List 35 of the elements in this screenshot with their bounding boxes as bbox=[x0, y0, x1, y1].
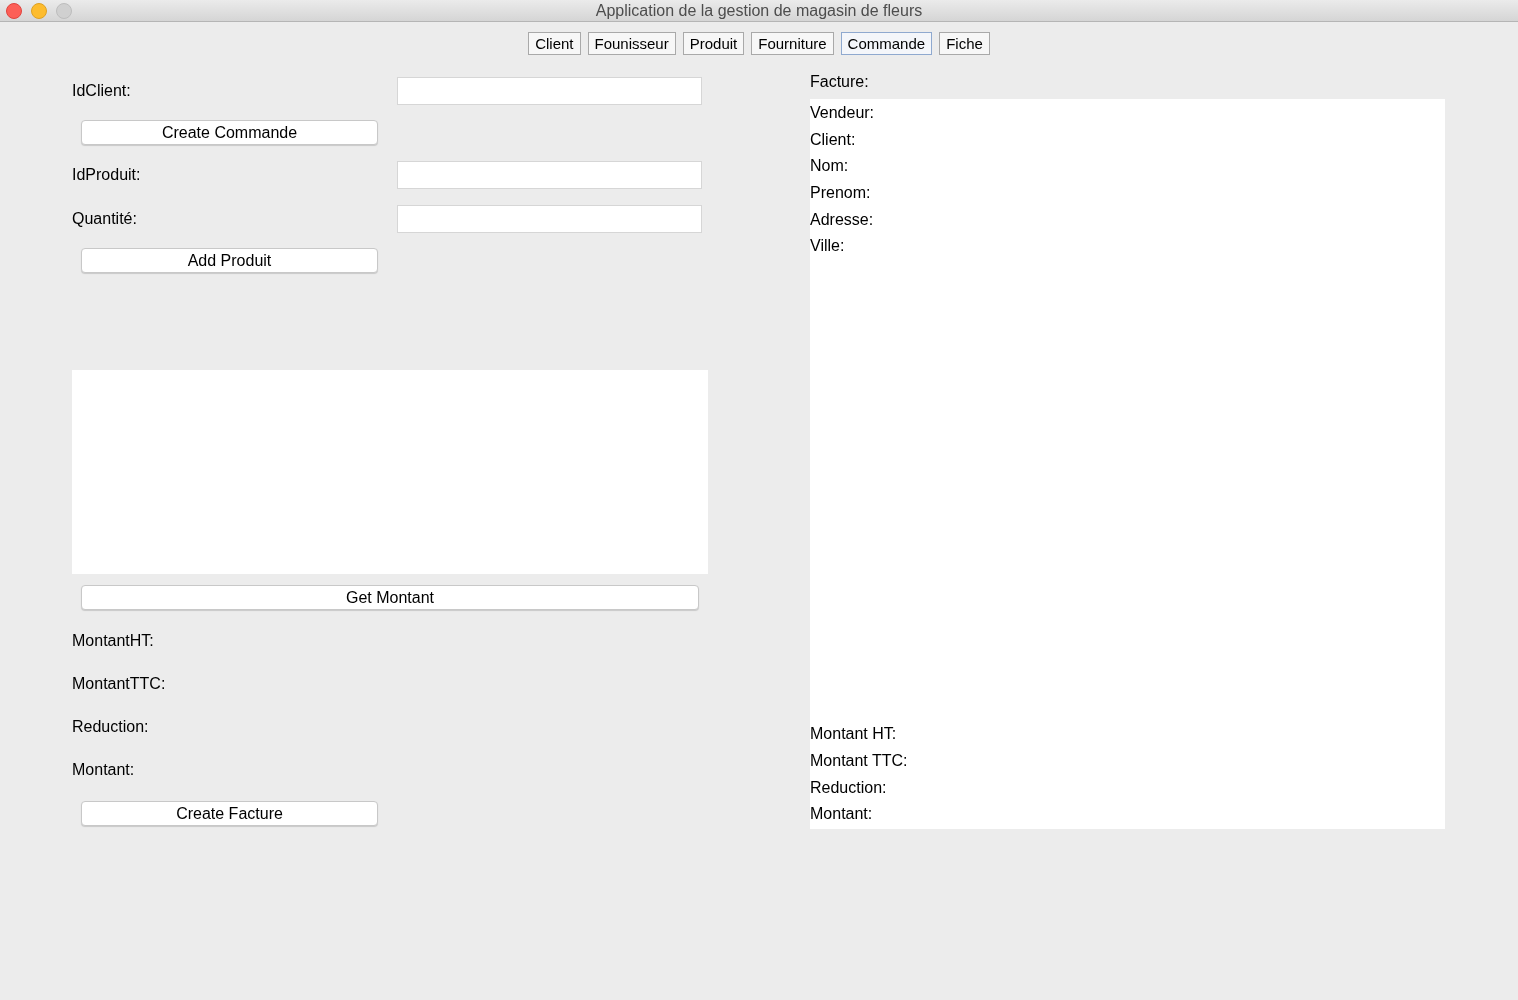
field-label: IdClient: bbox=[72, 81, 132, 101]
invoice-line: Client: bbox=[810, 129, 857, 150]
minimize-icon[interactable] bbox=[31, 3, 47, 19]
invoice-line: Reduction: bbox=[810, 777, 888, 798]
tab[interactable]: Client bbox=[528, 32, 581, 55]
tab[interactable]: Founisseur bbox=[587, 32, 676, 55]
action-button[interactable]: Add Produit bbox=[81, 248, 378, 273]
invoice-line: Ville: bbox=[810, 236, 846, 257]
input-field[interactable] bbox=[397, 161, 702, 189]
invoice-line: Montant TTC: bbox=[810, 750, 909, 771]
invoice-title: Facture: bbox=[810, 72, 870, 92]
amount-label: Montant: bbox=[72, 760, 136, 780]
input-field[interactable] bbox=[397, 77, 702, 105]
action-button[interactable]: Get Montant bbox=[81, 585, 699, 610]
invoice-line: Montant HT: bbox=[810, 724, 898, 745]
amount-label: Reduction: bbox=[72, 717, 150, 737]
field-label: IdProduit: bbox=[72, 165, 142, 185]
zoom-icon[interactable] bbox=[56, 3, 72, 19]
field-label: Quantité: bbox=[72, 209, 138, 229]
input-field[interactable] bbox=[397, 205, 702, 233]
tab[interactable]: Fiche bbox=[939, 32, 990, 55]
window-title: Application de la gestion de magasin de fleurs bbox=[595, 0, 923, 21]
tab[interactable]: Produit bbox=[682, 32, 745, 55]
invoice-line: Nom: bbox=[810, 156, 850, 177]
invoice-line: Vendeur: bbox=[810, 103, 876, 123]
tab[interactable]: Commande bbox=[840, 32, 933, 55]
amount-label: MontantTTC: bbox=[72, 674, 167, 694]
invoice-line: Prenom: bbox=[810, 183, 872, 204]
action-button[interactable]: Create Facture bbox=[81, 801, 378, 826]
invoice-line: Montant: bbox=[810, 804, 874, 825]
amount-label: MontantHT: bbox=[72, 631, 155, 651]
tab[interactable]: Fourniture bbox=[751, 32, 834, 55]
invoice-line: Adresse: bbox=[810, 209, 875, 230]
action-button[interactable]: Create Commande bbox=[81, 120, 378, 145]
close-icon[interactable] bbox=[6, 3, 22, 19]
